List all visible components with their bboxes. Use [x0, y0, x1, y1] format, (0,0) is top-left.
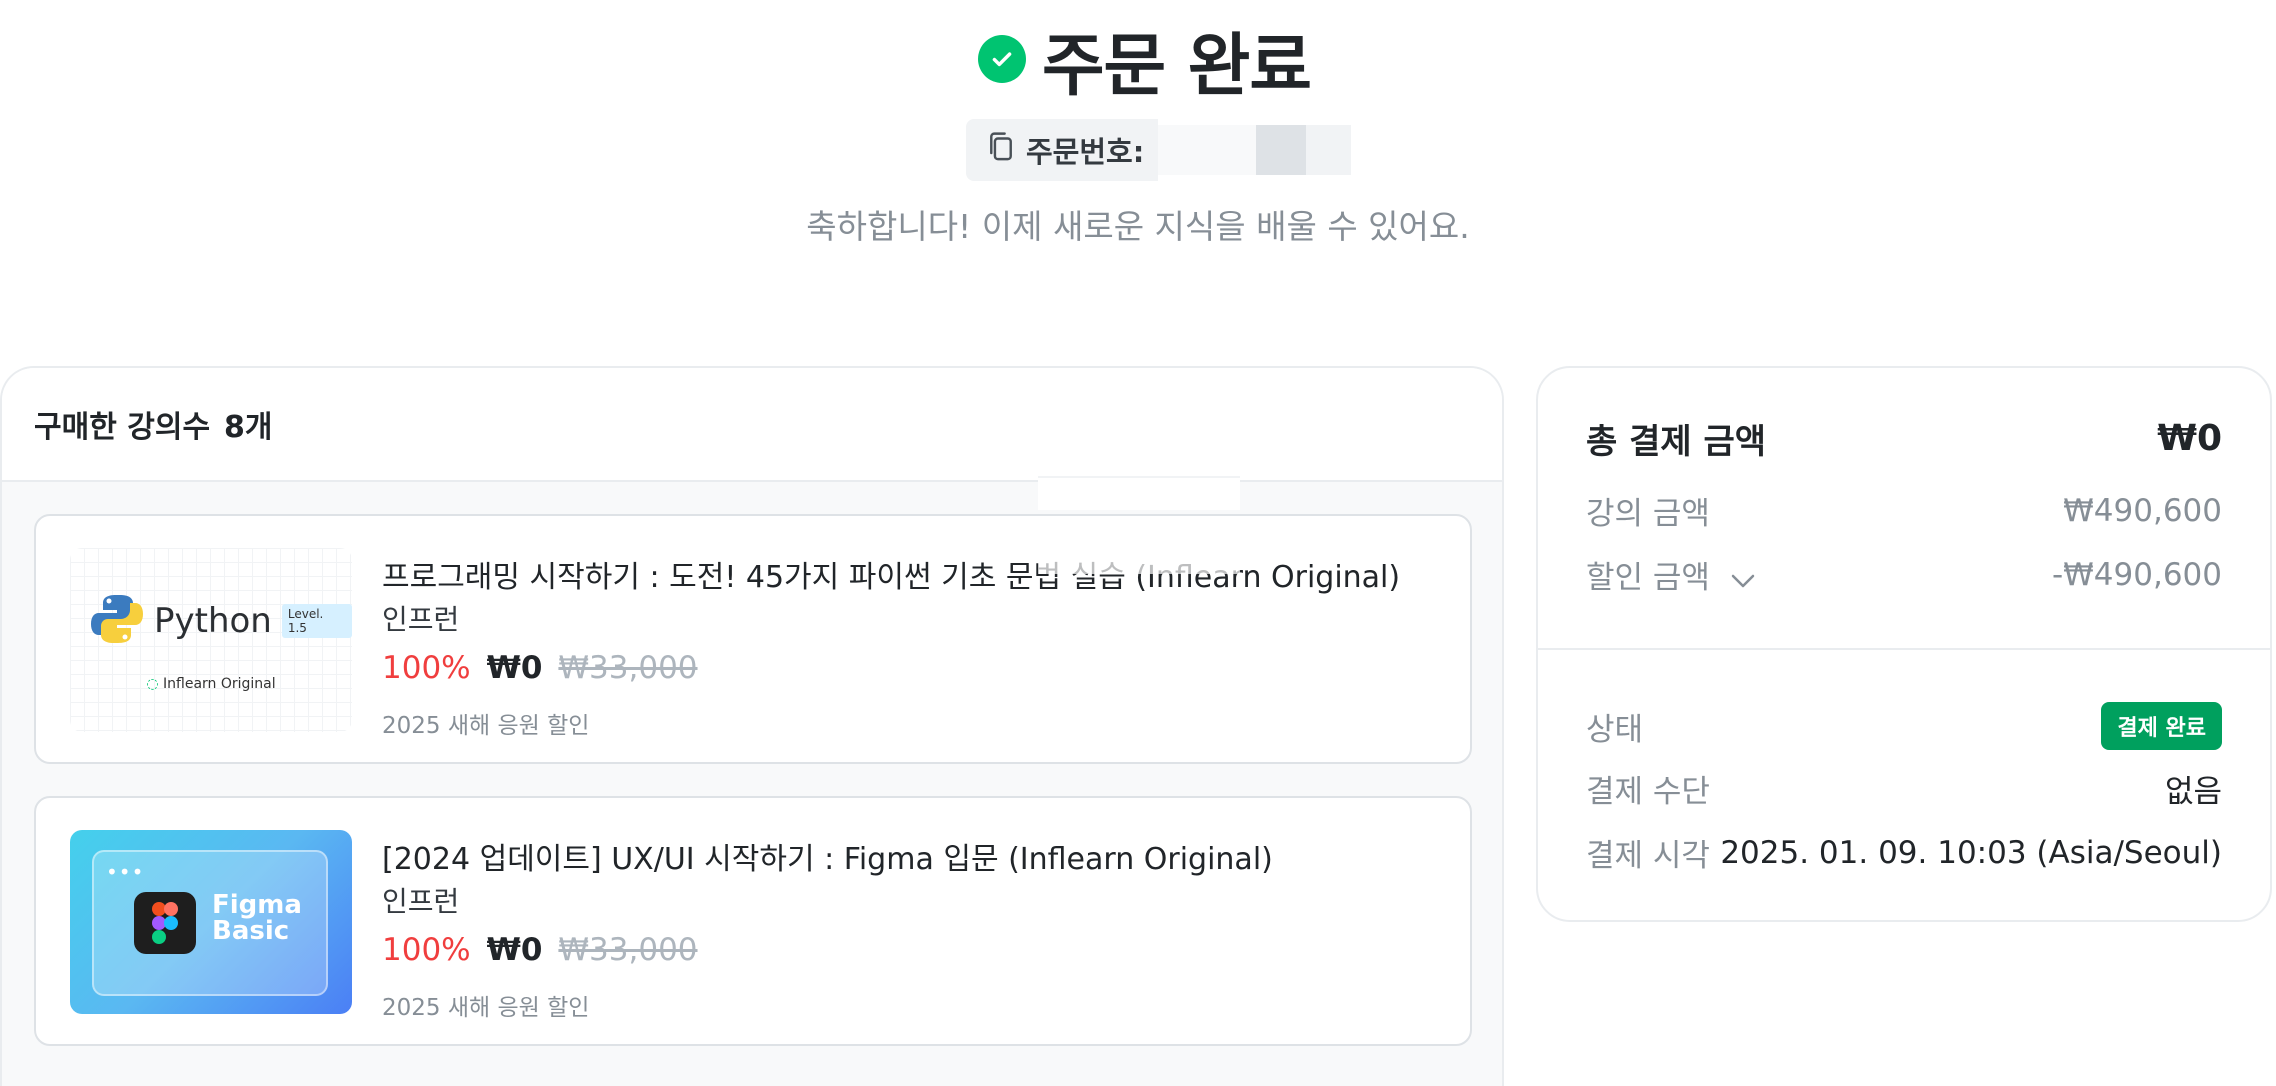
course-title[interactable]: 프로그래밍 시작하기 : 도전! 45가지 파이썬 기초 문법 실습 (Infl…	[382, 552, 1400, 596]
check-circle-icon	[978, 35, 1026, 83]
copy-icon	[986, 130, 1016, 171]
order-number-label: 주문번호:	[1026, 135, 1145, 169]
order-number-redacted	[1158, 125, 1352, 175]
discount-percent: 100%	[382, 650, 471, 686]
thumb-line1: Figma	[212, 890, 302, 920]
payment-time-row: 결제 시각 2025. 01. 09. 10:03 (Asia/Seoul)	[1586, 830, 2222, 875]
price-row: 100% ₩0 ₩33,000	[382, 650, 698, 686]
purchased-courses-panel: 구매한 강의수 8개 Python Level. 1.5 ◌ Inflearn …	[0, 366, 1504, 1086]
order-complete-header: 주문 완료 주문번호: 축하합니다! 이제 새로운 지식을 배울 수 있어요.	[0, 0, 2276, 300]
payment-time-value: 2025. 01. 09. 10:03 (Asia/Seoul)	[1720, 834, 2222, 871]
python-thumb-row: Python Level. 1.5	[90, 592, 352, 650]
copy-order-number-button[interactable]: 주문번호:	[966, 119, 1159, 181]
summary-divider	[1538, 648, 2270, 650]
thumb-level-badge: Level. 1.5	[281, 604, 352, 638]
window-dots: •••	[106, 860, 145, 884]
thumb-course-name: Python	[154, 601, 272, 641]
chevron-down-icon	[1730, 562, 1756, 598]
total-payment-label: 총 결제 금액	[1586, 422, 1767, 462]
payment-method-value: 없음	[2164, 774, 2222, 810]
python-logo-icon	[90, 592, 144, 650]
status-label: 상태	[1586, 711, 1644, 748]
payment-summary-panel: 총 결제 금액 ₩0 강의 금액 ₩490,600 할인 금액 -₩490,60…	[1536, 366, 2272, 922]
original-price: ₩33,000	[558, 932, 698, 968]
payment-method-row: 결제 수단 없음	[1586, 766, 2222, 811]
course-thumbnail[interactable]: ••• Figma Basic	[70, 830, 352, 1014]
status-badge: 결제 완료	[2101, 702, 2222, 750]
discount-amount-label: 할인 금액	[1586, 560, 1710, 596]
discount-amount-value: -₩490,600	[2051, 556, 2222, 593]
status-row: 상태 결제 완료	[1586, 702, 2222, 750]
promo-label: 2025 새해 응원 할인	[382, 713, 590, 739]
promo-label: 2025 새해 응원 할인	[382, 995, 590, 1021]
discount-amount-toggle[interactable]: 할인 금액	[1586, 552, 1756, 598]
final-price: ₩0	[486, 650, 543, 686]
thumb-course-name: Figma Basic	[212, 892, 302, 944]
course-amount-label: 강의 금액	[1586, 496, 1710, 532]
redaction-overlay	[1038, 476, 1240, 588]
course-instructor: 인프런	[382, 603, 460, 636]
congrats-message: 축하합니다! 이제 새로운 지식을 배울 수 있어요.	[806, 207, 1470, 246]
total-payment-value: ₩0	[2157, 418, 2222, 459]
payment-method-label: 결제 수단	[1586, 774, 1710, 810]
thumb-subtitle-text: Inflearn Original	[163, 676, 276, 692]
purchased-count-header: 구매한 강의수 8개	[2, 368, 1502, 482]
inflearn-leaf-icon: ◌	[146, 676, 159, 692]
total-payment-row: 총 결제 금액 ₩0	[1586, 414, 2222, 463]
original-price: ₩33,000	[558, 650, 698, 686]
figma-logo-icon	[134, 892, 196, 954]
payment-time-label: 결제 시각	[1586, 838, 1710, 874]
figma-thumb-card: ••• Figma Basic	[92, 850, 328, 996]
discount-percent: 100%	[382, 932, 471, 968]
course-amount-row: 강의 금액 ₩490,600	[1586, 488, 2222, 533]
thumb-subtitle: ◌ Inflearn Original	[70, 676, 352, 692]
course-thumbnail[interactable]: Python Level. 1.5 ◌ Inflearn Original	[70, 548, 352, 732]
thumb-line2: Basic	[212, 916, 290, 946]
order-number: 주문번호:	[966, 116, 1352, 184]
page-title: 주문 완료	[1042, 26, 1312, 106]
purchased-count: 8개	[224, 410, 273, 445]
course-title[interactable]: [2024 업데이트] UX/UI 시작하기 : Figma 입문 (Infle…	[382, 834, 1273, 878]
discount-amount-row: 할인 금액 -₩490,600	[1586, 552, 2222, 598]
final-price: ₩0	[486, 932, 543, 968]
title-row: 주문 완료	[978, 14, 1312, 106]
price-row: 100% ₩0 ₩33,000	[382, 932, 698, 968]
course-amount-value: ₩490,600	[2063, 492, 2222, 529]
course-instructor: 인프런	[382, 885, 460, 918]
purchased-count-label: 구매한 강의수	[34, 410, 211, 445]
course-card[interactable]: ••• Figma Basic [2024 업데이트] UX/UI 시작하기 :	[34, 796, 1472, 1046]
course-card[interactable]: Python Level. 1.5 ◌ Inflearn Original 프로…	[34, 514, 1472, 764]
